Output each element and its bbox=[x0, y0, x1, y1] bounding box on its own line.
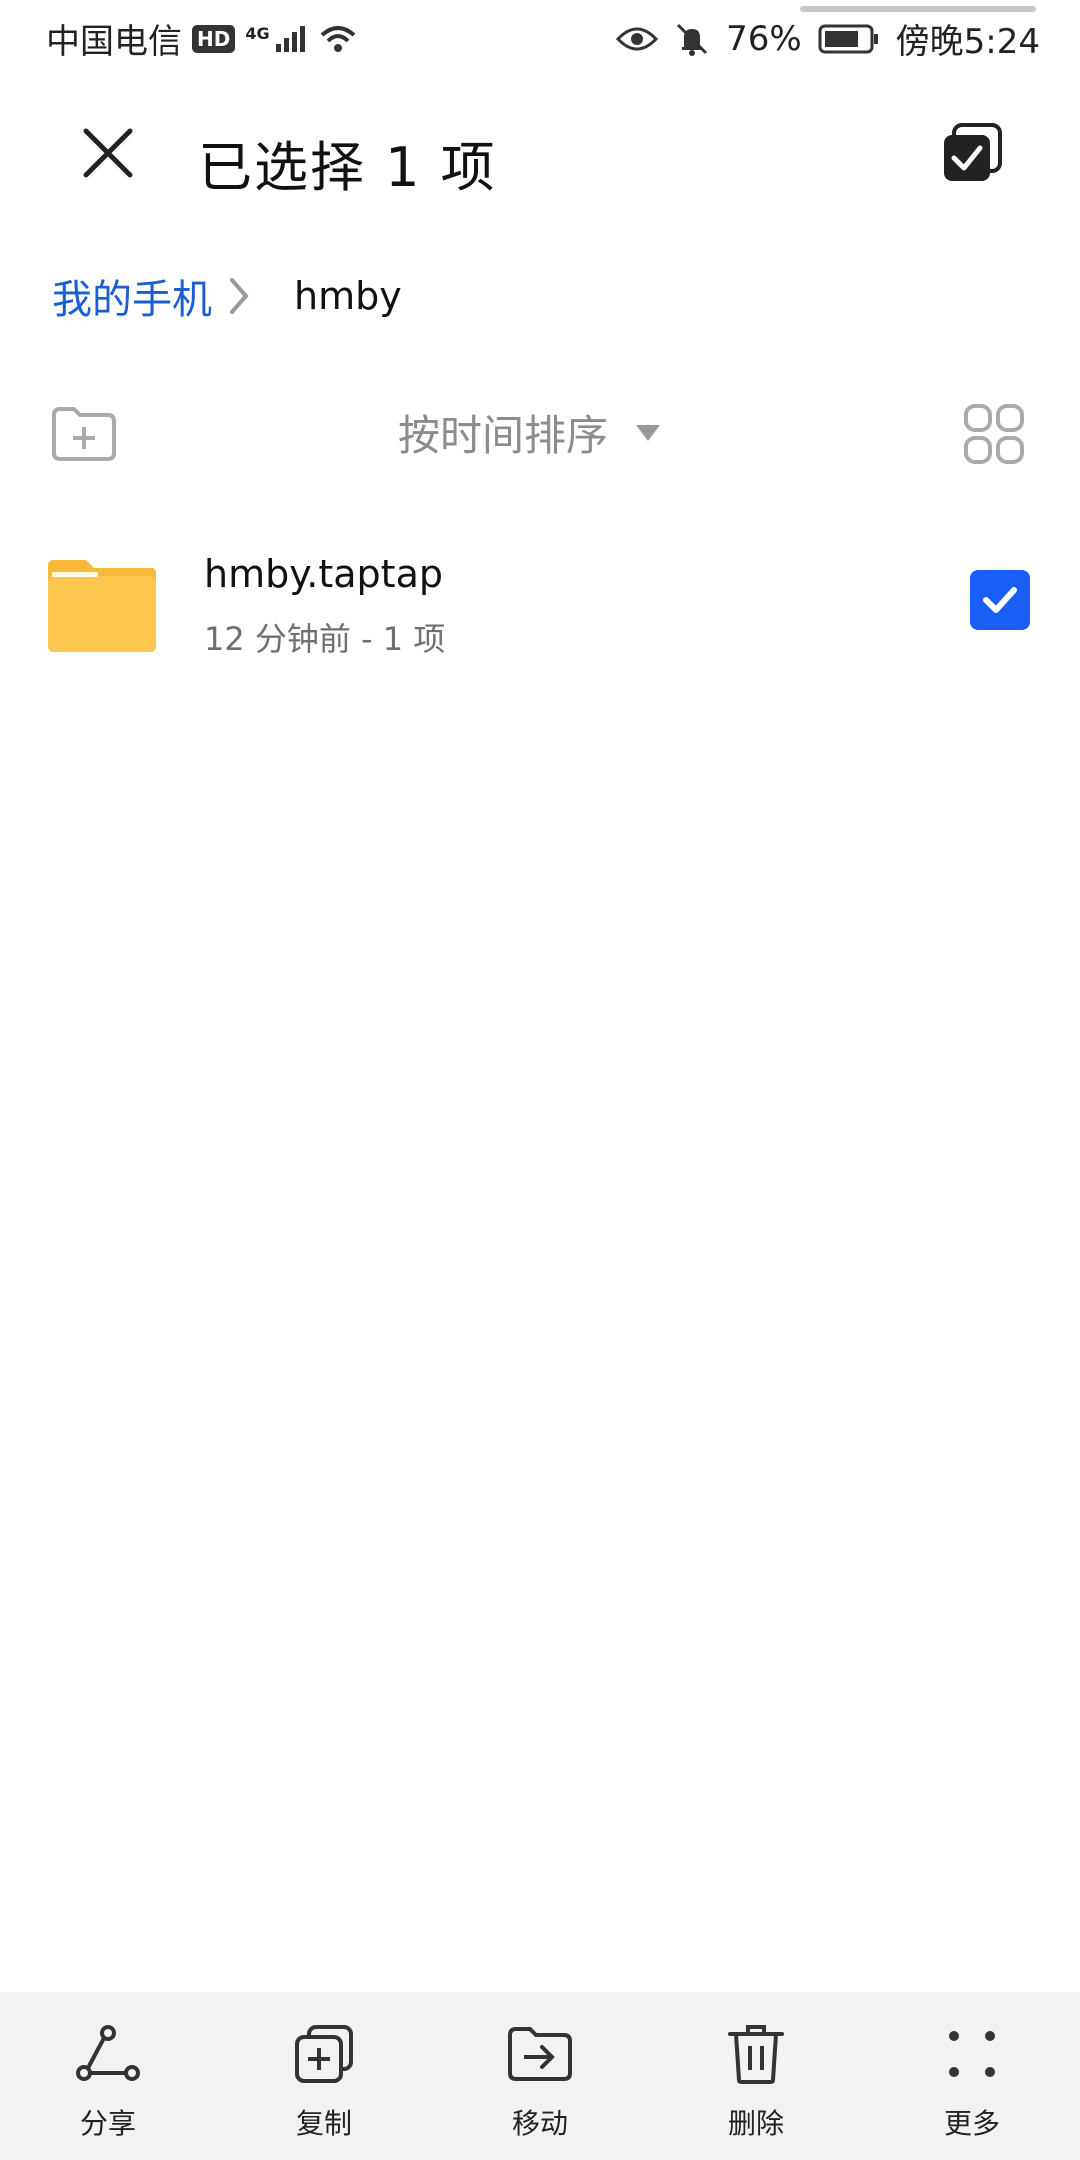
more-icon bbox=[936, 2018, 1008, 2090]
page-title: 已选择 1 项 bbox=[198, 136, 497, 199]
grid-view-button[interactable] bbox=[958, 398, 1030, 470]
caret-down-icon bbox=[636, 424, 661, 441]
file-name: hmby.taptap bbox=[204, 552, 443, 596]
eye-icon bbox=[616, 27, 659, 50]
battery-percent: 76% bbox=[726, 18, 802, 59]
move-icon bbox=[504, 2018, 576, 2090]
delete-button[interactable]: 删除 bbox=[648, 1992, 864, 2160]
sort-label: 按时间排序 bbox=[398, 411, 609, 460]
check-icon bbox=[983, 587, 1017, 613]
battery-icon bbox=[818, 24, 878, 53]
new-folder-button[interactable] bbox=[48, 398, 120, 470]
breadcrumb-root[interactable]: 我的手机 bbox=[52, 267, 212, 325]
breadcrumb-current: hmby bbox=[294, 274, 402, 318]
grid-view-icon bbox=[964, 404, 1024, 464]
move-label: 移动 bbox=[511, 2107, 568, 2140]
delete-icon bbox=[720, 2018, 792, 2090]
bottom-action-bar: 分享 复制 移动 删除 更多 bbox=[0, 1992, 1080, 2160]
share-label: 分享 bbox=[79, 2107, 136, 2140]
status-right: 76% 傍晚5:24 bbox=[616, 14, 1040, 63]
item-checkbox[interactable] bbox=[970, 570, 1030, 630]
wifi-icon bbox=[320, 25, 355, 52]
breadcrumb: 我的手机 hmby bbox=[52, 264, 402, 328]
signal-icon bbox=[275, 25, 305, 52]
mute-bell-icon bbox=[677, 23, 708, 56]
select-all-icon bbox=[944, 123, 1002, 181]
folder-icon bbox=[48, 560, 156, 652]
hd-badge: HD bbox=[192, 24, 236, 53]
more-button[interactable]: 更多 bbox=[864, 1992, 1080, 2160]
gesture-indicator bbox=[800, 6, 1036, 12]
status-bar: 中国电信 HD 4G 76% 傍晚5:24 bbox=[0, 0, 1080, 76]
carrier-label: 中国电信 bbox=[46, 22, 182, 62]
status-left: 中国电信 HD 4G bbox=[46, 14, 358, 63]
close-button[interactable] bbox=[72, 117, 144, 189]
list-item[interactable]: hmby.taptap 12 分钟前 - 1 项 bbox=[0, 530, 1080, 670]
copy-icon bbox=[288, 2018, 360, 2090]
list-toolbar: 按时间排序 bbox=[0, 390, 1080, 480]
clock: 傍晚5:24 bbox=[895, 22, 1040, 62]
more-label: 更多 bbox=[943, 2107, 1000, 2140]
chevron-right-icon bbox=[228, 276, 250, 316]
select-all-button[interactable] bbox=[936, 117, 1008, 189]
copy-button[interactable]: 复制 bbox=[216, 1992, 432, 2160]
move-button[interactable]: 移动 bbox=[432, 1992, 648, 2160]
file-meta: 12 分钟前 - 1 项 bbox=[204, 620, 446, 658]
share-button[interactable]: 分享 bbox=[0, 1992, 216, 2160]
sort-dropdown[interactable]: 按时间排序 bbox=[398, 402, 662, 463]
app-bar: 已选择 1 项 bbox=[0, 95, 1080, 225]
close-icon bbox=[83, 128, 133, 178]
delete-label: 删除 bbox=[727, 2107, 784, 2140]
share-icon bbox=[72, 2018, 144, 2090]
copy-label: 复制 bbox=[295, 2107, 352, 2140]
network-type: 4G bbox=[245, 24, 307, 54]
new-folder-icon bbox=[52, 407, 116, 461]
